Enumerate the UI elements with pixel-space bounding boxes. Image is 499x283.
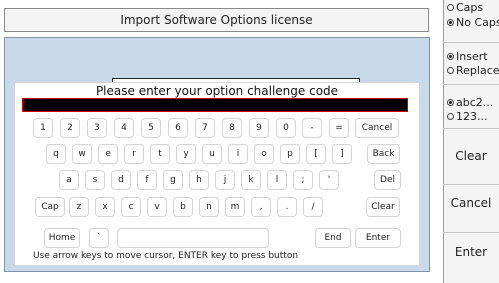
replace-option[interactable]: Replace — [447, 64, 499, 77]
key-9[interactable]: 9 — [249, 118, 269, 138]
sidebar-divider — [443, 128, 499, 129]
key-clear[interactable]: Clear — [366, 197, 400, 217]
key-u[interactable]: u — [202, 144, 222, 164]
key-i[interactable]: i — [228, 144, 248, 164]
key-d[interactable]: d — [111, 170, 131, 190]
replace-radio-icon — [447, 67, 454, 74]
key-z[interactable]: z — [69, 197, 89, 217]
key-8[interactable]: 8 — [222, 118, 242, 138]
key-home[interactable]: Home — [44, 228, 80, 248]
key-cap[interactable]: Cap — [35, 197, 65, 217]
key-m[interactable]: m — [225, 197, 245, 217]
caps-option-label: Caps — [456, 1, 484, 14]
caps-radio-icon — [447, 4, 454, 11]
insert-radio-icon — [447, 53, 454, 60]
key-j[interactable]: j — [215, 170, 235, 190]
sidebar-divider — [443, 232, 499, 233]
key-symbol-row4-10[interactable]: / — [303, 197, 323, 217]
abc-option[interactable]: abc2... — [447, 96, 493, 109]
key-symbol-row1-11[interactable]: = — [329, 118, 349, 138]
abc-option-label: abc2... — [456, 96, 494, 109]
key-symbol-row2-11[interactable]: ] — [332, 144, 352, 164]
key-5[interactable]: 5 — [141, 118, 161, 138]
key-1[interactable]: 1 — [33, 118, 53, 138]
key-r[interactable]: r — [124, 144, 144, 164]
key-end[interactable]: End — [315, 228, 351, 248]
numeric-radio-icon — [447, 113, 454, 120]
no-caps-option-label: No Caps — [456, 16, 499, 29]
key-4[interactable]: 4 — [114, 118, 134, 138]
no-caps-radio-icon — [447, 19, 454, 26]
replace-option-label: Replace — [456, 64, 499, 77]
key-o[interactable]: o — [254, 144, 274, 164]
numeric-option-label: 123... — [456, 110, 488, 123]
key-symbol-row1-10[interactable]: - — [302, 118, 322, 138]
key-2[interactable]: 2 — [60, 118, 80, 138]
key-6[interactable]: 6 — [168, 118, 188, 138]
key-y[interactable]: y — [176, 144, 196, 164]
key-symbol-row4-9[interactable]: . — [277, 197, 297, 217]
dialog-hint: Use arrow keys to move cursor, ENTER key… — [33, 251, 299, 261]
abc-radio-icon — [447, 99, 454, 106]
numeric-option[interactable]: 123... — [447, 110, 488, 123]
key-7[interactable]: 7 — [195, 118, 215, 138]
challenge-code-input[interactable] — [22, 98, 408, 112]
key-space[interactable] — [117, 228, 269, 248]
key-t[interactable]: t — [150, 144, 170, 164]
key-back[interactable]: Back — [367, 144, 400, 164]
page-title: Import Software Options license — [4, 8, 429, 32]
key-n[interactable]: n — [199, 197, 219, 217]
key-e[interactable]: e — [98, 144, 118, 164]
key-symbol-row3-10[interactable]: ' — [319, 170, 339, 190]
key-enter[interactable]: Enter — [355, 228, 401, 248]
dialog-prompt: Please enter your option challenge code — [95, 84, 339, 98]
sidebar-clear-button[interactable]: Clear — [443, 149, 499, 163]
sidebar-enter-button[interactable]: Enter — [443, 245, 499, 259]
key-symbol-row4-8[interactable]: , — [251, 197, 271, 217]
sidebar-divider — [443, 42, 499, 43]
key-symbol-row3-9[interactable]: ; — [293, 170, 313, 190]
key-del[interactable]: Del — [374, 170, 401, 190]
sidebar-divider — [443, 184, 499, 185]
key-0[interactable]: 0 — [276, 118, 296, 138]
insert-option-label: Insert — [456, 50, 488, 63]
key-p[interactable]: p — [280, 144, 300, 164]
key-f[interactable]: f — [137, 170, 157, 190]
key-c[interactable]: c — [121, 197, 141, 217]
key-l[interactable]: l — [267, 170, 287, 190]
key-v[interactable]: v — [147, 197, 167, 217]
key-a[interactable]: a — [59, 170, 79, 190]
key-b[interactable]: b — [173, 197, 193, 217]
key-s[interactable]: s — [85, 170, 105, 190]
key-g[interactable]: g — [163, 170, 183, 190]
key-w[interactable]: w — [72, 144, 92, 164]
key-symbol-row5-1[interactable]: ` — [89, 228, 109, 248]
no-caps-option[interactable]: No Caps — [447, 16, 499, 29]
key-x[interactable]: x — [95, 197, 115, 217]
key-cancel[interactable]: Cancel — [355, 118, 399, 138]
caps-option[interactable]: Caps — [447, 1, 483, 14]
sidebar-divider — [443, 84, 499, 85]
key-q[interactable]: q — [46, 144, 66, 164]
key-h[interactable]: h — [189, 170, 209, 190]
key-symbol-row2-10[interactable]: [ — [306, 144, 326, 164]
key-k[interactable]: k — [241, 170, 261, 190]
insert-option[interactable]: Insert — [447, 50, 488, 63]
main-area: Import Software Options license Please e… — [0, 0, 443, 283]
sidebar-cancel-button[interactable]: Cancel — [443, 196, 499, 210]
key-3[interactable]: 3 — [87, 118, 107, 138]
